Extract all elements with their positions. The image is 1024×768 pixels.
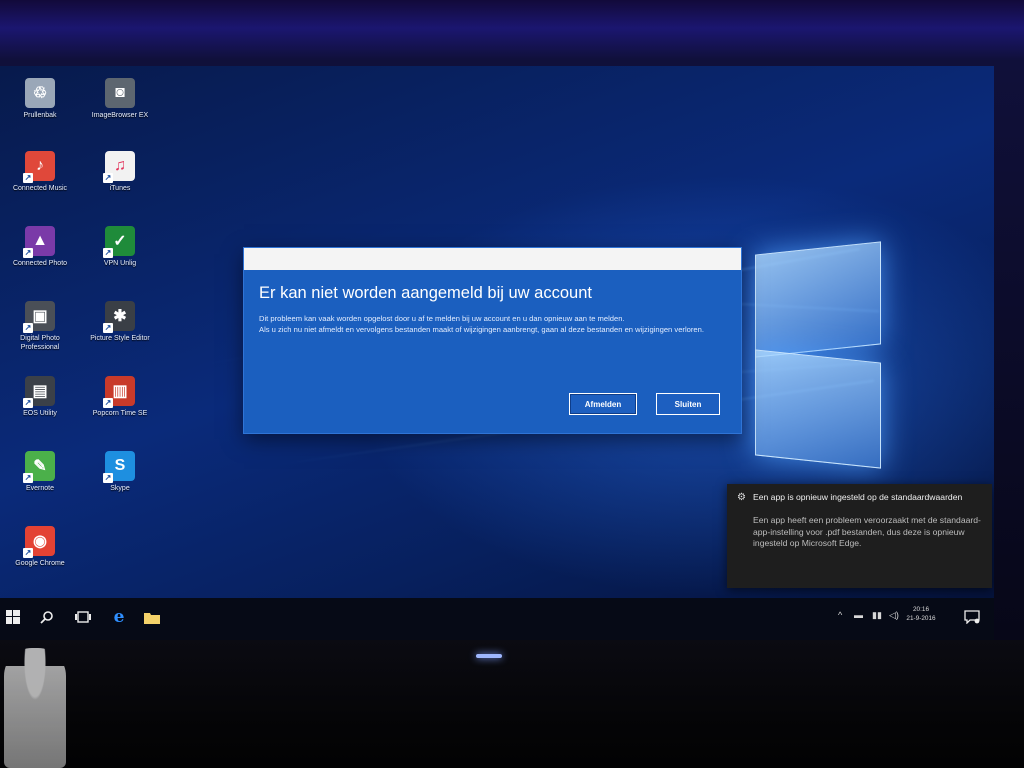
music-folder-icon: ♪ ↗ bbox=[23, 151, 55, 183]
desktop-icon-label: Digital Photo Professional bbox=[20, 335, 60, 351]
desktop-icon[interactable]: ✱ ↗ Picture Style Editor bbox=[88, 301, 152, 343]
eos-utility-icon: ▤ ↗ bbox=[23, 376, 55, 408]
edge-icon[interactable]: e bbox=[108, 606, 130, 628]
picture-style-icon: ✱ ↗ bbox=[103, 301, 135, 333]
chrome-icon: ◉ ↗ bbox=[23, 526, 55, 558]
action-center-icon[interactable] bbox=[961, 606, 983, 628]
taskbar: e ^ ▬ ▮▮ ◁) 20:16 21-9-2016 bbox=[0, 598, 994, 640]
desktop-icon[interactable]: ♫ ↗ iTunes bbox=[88, 151, 152, 193]
network-icon[interactable]: ▮▮ bbox=[872, 610, 882, 621]
desktop-icon-label: EOS Utility bbox=[23, 410, 57, 417]
volume-icon[interactable]: ◁) bbox=[889, 610, 899, 621]
dialog-titlebar bbox=[244, 248, 741, 270]
shortcut-arrow-icon: ↗ bbox=[23, 173, 33, 183]
desktop-icon[interactable]: ◙ ImageBrowser EX bbox=[88, 78, 152, 120]
desktop-icon[interactable]: ▥ ↗ Popcorn Time SE bbox=[88, 376, 152, 418]
desktop-icon-label: iTunes bbox=[109, 185, 131, 192]
itunes-icon: ♫ ↗ bbox=[103, 151, 135, 183]
desktop-icon-label: Google Chrome bbox=[15, 560, 65, 567]
shortcut-arrow-icon: ↗ bbox=[103, 473, 113, 483]
desktop-icon-label: VPN Unlig bbox=[103, 260, 137, 267]
shortcut-arrow-icon: ↗ bbox=[103, 248, 113, 258]
desktop-icon-label: Connected Music bbox=[12, 185, 68, 192]
shortcut-arrow-icon: ↗ bbox=[103, 173, 113, 183]
sign-in-error-dialog: Er kan niet worden aangemeld bij uw acco… bbox=[244, 248, 741, 433]
desktop-icon-label: Connected Photo bbox=[12, 260, 68, 267]
shortcut-arrow-icon: ↗ bbox=[103, 323, 113, 333]
room-wall bbox=[0, 640, 1024, 768]
settings-gear-icon: ⚙ bbox=[737, 492, 746, 503]
recycle-bin-icon: ♲ bbox=[25, 78, 55, 108]
start-icon[interactable] bbox=[2, 606, 24, 628]
task-view-icon[interactable] bbox=[72, 606, 94, 628]
desktop-screen: ♲ Prullenbak ◙ ImageBrowser EX ♪ ↗ Connected M… bbox=[0, 66, 994, 640]
skype-icon: S ↗ bbox=[103, 451, 135, 483]
windows-logo-pane bbox=[755, 241, 881, 358]
close-button[interactable]: Sluiten bbox=[656, 393, 720, 415]
sign-out-button[interactable]: Afmelden bbox=[569, 393, 637, 415]
desktop-icon[interactable]: S ↗ Skype bbox=[88, 451, 152, 493]
desktop-icon[interactable]: ♲ Prullenbak bbox=[8, 78, 72, 120]
camera-icon: ◙ bbox=[105, 78, 135, 108]
desktop-icon-label: Popcorn Time SE bbox=[92, 410, 148, 417]
notification-body: Een app heeft een probleem veroorzaakt m… bbox=[753, 515, 981, 548]
shortcut-arrow-icon: ↗ bbox=[23, 248, 33, 258]
taskbar-clock[interactable]: 20:16 21-9-2016 bbox=[904, 605, 938, 623]
shortcut-arrow-icon: ↗ bbox=[23, 323, 33, 333]
desktop-icon[interactable]: ✎ ↗ Evernote bbox=[8, 451, 72, 493]
search-icon[interactable] bbox=[36, 606, 58, 628]
desktop-icon[interactable]: ✓ ↗ VPN Unlig bbox=[88, 226, 152, 268]
shortcut-arrow-icon: ↗ bbox=[23, 548, 33, 558]
figurine-decoration bbox=[4, 648, 66, 768]
battery-icon[interactable]: ▬ bbox=[854, 610, 863, 620]
dialog-body-text: Als u zich nu niet afmeldt en vervolgens… bbox=[259, 325, 704, 334]
app-reset-notification[interactable]: ⚙ Een app is opnieuw ingesteld op de sta… bbox=[727, 484, 992, 588]
shortcut-arrow-icon: ↗ bbox=[23, 473, 33, 483]
notification-title: Een app is opnieuw ingesteld op de stand… bbox=[753, 492, 963, 502]
dialog-title: Er kan niet worden aangemeld bij uw acco… bbox=[259, 284, 592, 302]
popcorn-icon: ▥ ↗ bbox=[103, 376, 135, 408]
dialog-body-text: Dit probleem kan vaak worden opgelost do… bbox=[259, 314, 625, 323]
monitor-led bbox=[476, 654, 502, 658]
desktop-icon[interactable]: ◉ ↗ Google Chrome bbox=[8, 526, 72, 568]
photo-app-icon: ▲ ↗ bbox=[23, 226, 55, 258]
shortcut-arrow-icon: ↗ bbox=[103, 398, 113, 408]
windows-logo-pane bbox=[755, 349, 881, 469]
desktop-icon[interactable]: ▤ ↗ EOS Utility bbox=[8, 376, 72, 418]
desktop-icon-label: Evernote bbox=[25, 485, 55, 492]
desktop-icon-label: Skype bbox=[110, 485, 130, 492]
desktop-icon[interactable]: ▲ ↗ Connected Photo bbox=[8, 226, 72, 268]
clock-time: 20:16 bbox=[913, 606, 929, 613]
desktop-icon-label: Prullenbak bbox=[23, 112, 57, 119]
photo-professional-icon: ▣ ↗ bbox=[23, 301, 55, 333]
desktop-icon[interactable]: ♪ ↗ Connected Music bbox=[8, 151, 72, 193]
shortcut-arrow-icon: ↗ bbox=[23, 398, 33, 408]
desktop-icon-label: Picture Style Editor bbox=[90, 335, 150, 342]
desktop-icon[interactable]: ▣ ↗ Digital Photo Professional bbox=[8, 301, 72, 352]
evernote-icon: ✎ ↗ bbox=[23, 451, 55, 483]
shield-icon: ✓ ↗ bbox=[103, 226, 135, 258]
file-explorer-icon[interactable] bbox=[141, 606, 163, 628]
desktop-icon-label: ImageBrowser EX bbox=[91, 112, 149, 119]
clock-date: 21-9-2016 bbox=[906, 615, 936, 622]
show-hidden-icons-chevron-icon[interactable]: ^ bbox=[838, 610, 842, 620]
